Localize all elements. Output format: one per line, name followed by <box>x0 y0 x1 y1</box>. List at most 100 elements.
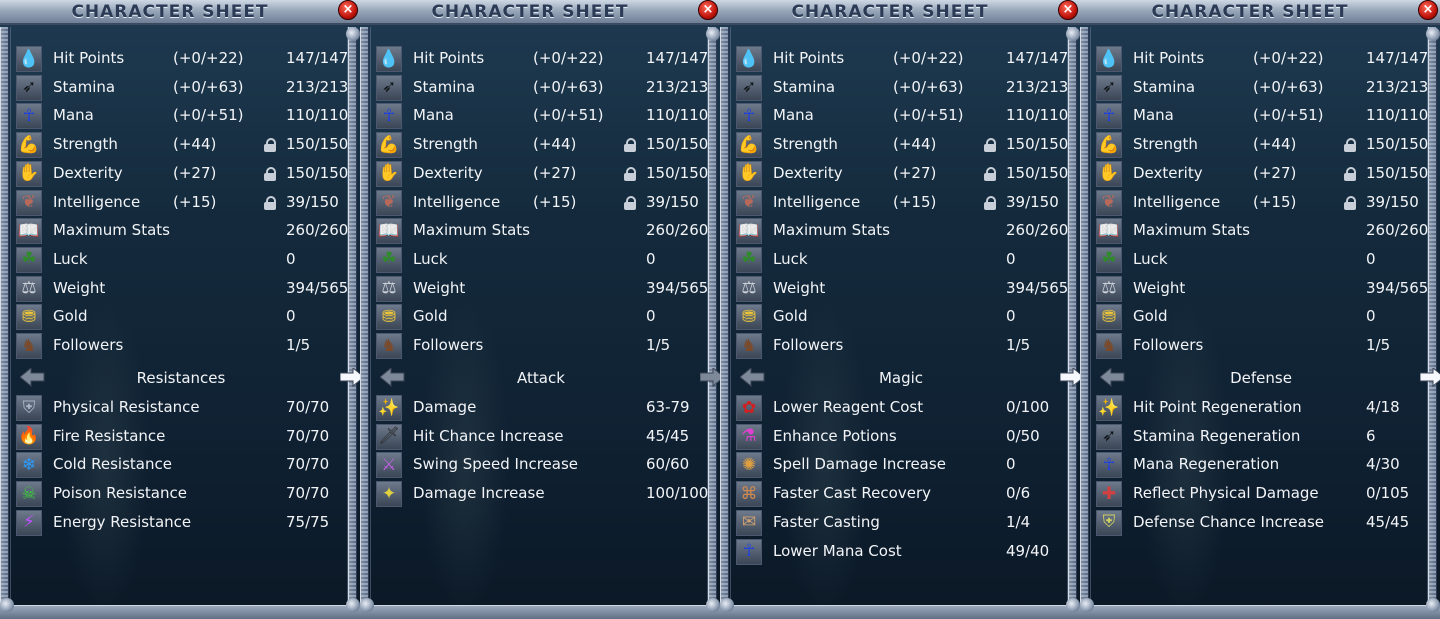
frame-rivet-icon <box>360 598 374 612</box>
lock-toggle-icon[interactable] <box>984 138 996 153</box>
stat-modifier: (+44) <box>893 135 937 154</box>
character-sheet-window: CHARACTER SHEET × 💧 Hit Points (+0/+22) 147/1… <box>1080 0 1440 619</box>
stat-row-intelligence: ❦ Intelligence (+15) 39/150 <box>16 189 350 217</box>
stat-label: Mana <box>1133 106 1174 125</box>
lock-toggle-icon[interactable] <box>1344 138 1356 153</box>
stat-value: 394/565 <box>1006 278 1069 297</box>
property-label: Poison Resistance <box>53 484 187 503</box>
gold-coins-icon: ⛃ <box>376 304 402 331</box>
lock-toggle-icon[interactable] <box>264 166 276 181</box>
lock-toggle-icon[interactable] <box>1344 166 1356 181</box>
brain-icon: ❦ <box>376 189 402 216</box>
property-value: 0/105 <box>1366 484 1410 503</box>
frame-rivet-icon <box>0 598 14 612</box>
lock-toggle-icon[interactable] <box>624 138 636 153</box>
sword-plus-icon: ✦ <box>376 481 402 508</box>
weight-icon: ⚖ <box>16 275 42 302</box>
stat-value: 39/150 <box>646 192 699 211</box>
stat-modifier: (+15) <box>893 192 937 211</box>
stat-value: 150/150 <box>1006 135 1069 154</box>
stat-modifier: (+0/+51) <box>173 106 244 125</box>
book-icon: 📖 <box>16 218 42 245</box>
stat-value: 110/110 <box>286 106 349 125</box>
stamina-icon: ➶ <box>1096 74 1122 101</box>
stat-row-luck: ☘ Luck 0 <box>16 246 350 274</box>
lock-toggle-icon[interactable] <box>264 195 276 210</box>
property-row: ✦ Damage Increase 100/100 <box>376 480 710 508</box>
title-bar: CHARACTER SHEET × <box>0 0 360 25</box>
lock-toggle-icon[interactable] <box>624 166 636 181</box>
stat-row-stamina: ➶ Stamina (+0/+63) 213/213 <box>376 74 710 102</box>
property-label: Cold Resistance <box>53 455 172 474</box>
left-frame-rail <box>720 27 729 607</box>
stat-value: 147/147 <box>1006 49 1069 67</box>
stat-value: 1/5 <box>646 336 671 354</box>
stat-label: Hit Points <box>1133 49 1205 67</box>
stat-value: 1/5 <box>286 336 311 354</box>
stat-row-mana: ☥ Mana (+0/+51) 110/110 <box>16 102 350 130</box>
bottom-frame <box>1080 605 1440 619</box>
defense-shield-icon: ⛨ <box>1096 509 1122 536</box>
property-label: Faster Casting <box>773 512 880 531</box>
lock-toggle-icon[interactable] <box>1344 195 1356 210</box>
stat-value: 147/147 <box>1366 49 1429 67</box>
sword-sparkle-icon: ✨ <box>1096 395 1122 421</box>
stat-value: 0 <box>286 249 296 268</box>
stat-value: 1/5 <box>1366 336 1391 354</box>
stat-modifier: (+15) <box>173 192 217 211</box>
stat-modifier: (+44) <box>173 135 217 154</box>
stamina-icon: ➶ <box>16 74 42 101</box>
lock-toggle-icon[interactable] <box>984 195 996 210</box>
lock-toggle-icon[interactable] <box>624 195 636 210</box>
stat-row-stamina: ➶ Stamina (+0/+63) 213/213 <box>1096 74 1430 102</box>
left-frame-rail <box>1080 27 1089 607</box>
stat-row-dexterity: ✋ Dexterity (+27) 150/150 <box>1096 160 1430 188</box>
stat-modifier: (+0/+22) <box>173 49 244 67</box>
property-value: 60/60 <box>646 455 690 474</box>
stat-row-hit-points: 💧 Hit Points (+0/+22) 147/147 <box>1096 45 1430 73</box>
property-row: 🗡 Hit Chance Increase 45/45 <box>376 423 710 451</box>
stat-value: 110/110 <box>646 106 709 125</box>
stat-value: 0 <box>646 249 656 268</box>
property-label: Hit Chance Increase <box>413 426 564 445</box>
property-value: 63-79 <box>646 398 690 416</box>
stat-row-hit-points: 💧 Hit Points (+0/+22) 147/147 <box>376 45 710 73</box>
stat-row-luck: ☘ Luck 0 <box>376 246 710 274</box>
window-title: CHARACTER SHEET <box>71 2 269 22</box>
frame-rivet-icon <box>720 598 734 612</box>
character-sheet-window: CHARACTER SHEET × 💧 Hit Points (+0/+22) 147/1… <box>0 0 360 619</box>
fire-icon: 🔥 <box>16 423 42 450</box>
left-frame-rail <box>0 27 9 607</box>
stat-row-weight: ⚖ Weight 394/565 <box>736 275 1070 303</box>
book-icon: 📖 <box>736 218 762 245</box>
property-row: ✉ Faster Casting 1/4 <box>736 509 1070 537</box>
sword-icon: 🗡 <box>376 423 402 450</box>
close-button[interactable]: × <box>698 0 718 20</box>
gold-coins-icon: ⛃ <box>16 304 42 331</box>
stat-row-maximum-stats: 📖 Maximum Stats 260/260 <box>1096 217 1430 245</box>
stat-label: Weight <box>413 278 466 297</box>
blood-drop-icon: 💧 <box>736 46 762 72</box>
property-value: 75/75 <box>286 512 330 531</box>
ankh-icon: ☥ <box>1096 103 1122 130</box>
frame-rivet-icon <box>346 27 360 41</box>
stat-modifier: (+15) <box>1253 192 1297 211</box>
property-value: 1/4 <box>1006 512 1031 531</box>
stat-value: 213/213 <box>1366 77 1429 96</box>
property-value: 45/45 <box>646 426 690 445</box>
close-button[interactable]: × <box>1058 0 1078 20</box>
character-sheet-window: CHARACTER SHEET × 💧 Hit Points (+0/+22) 147/1… <box>360 0 720 619</box>
stat-label: Hit Points <box>773 49 845 67</box>
close-button[interactable]: × <box>1418 0 1438 20</box>
lock-toggle-icon[interactable] <box>264 138 276 153</box>
close-button[interactable]: × <box>338 0 358 20</box>
property-label: Faster Cast Recovery <box>773 484 931 503</box>
property-row: ☥ Lower Mana Cost 49/40 <box>736 538 1070 566</box>
window-title: CHARACTER SHEET <box>1151 2 1349 22</box>
stat-row-weight: ⚖ Weight 394/565 <box>16 275 350 303</box>
lock-toggle-icon[interactable] <box>984 166 996 181</box>
stat-modifier: (+0/+51) <box>533 106 604 125</box>
stat-modifier: (+0/+51) <box>893 106 964 125</box>
frame-rivet-icon <box>1426 27 1440 41</box>
brain-icon: ❦ <box>736 189 762 216</box>
